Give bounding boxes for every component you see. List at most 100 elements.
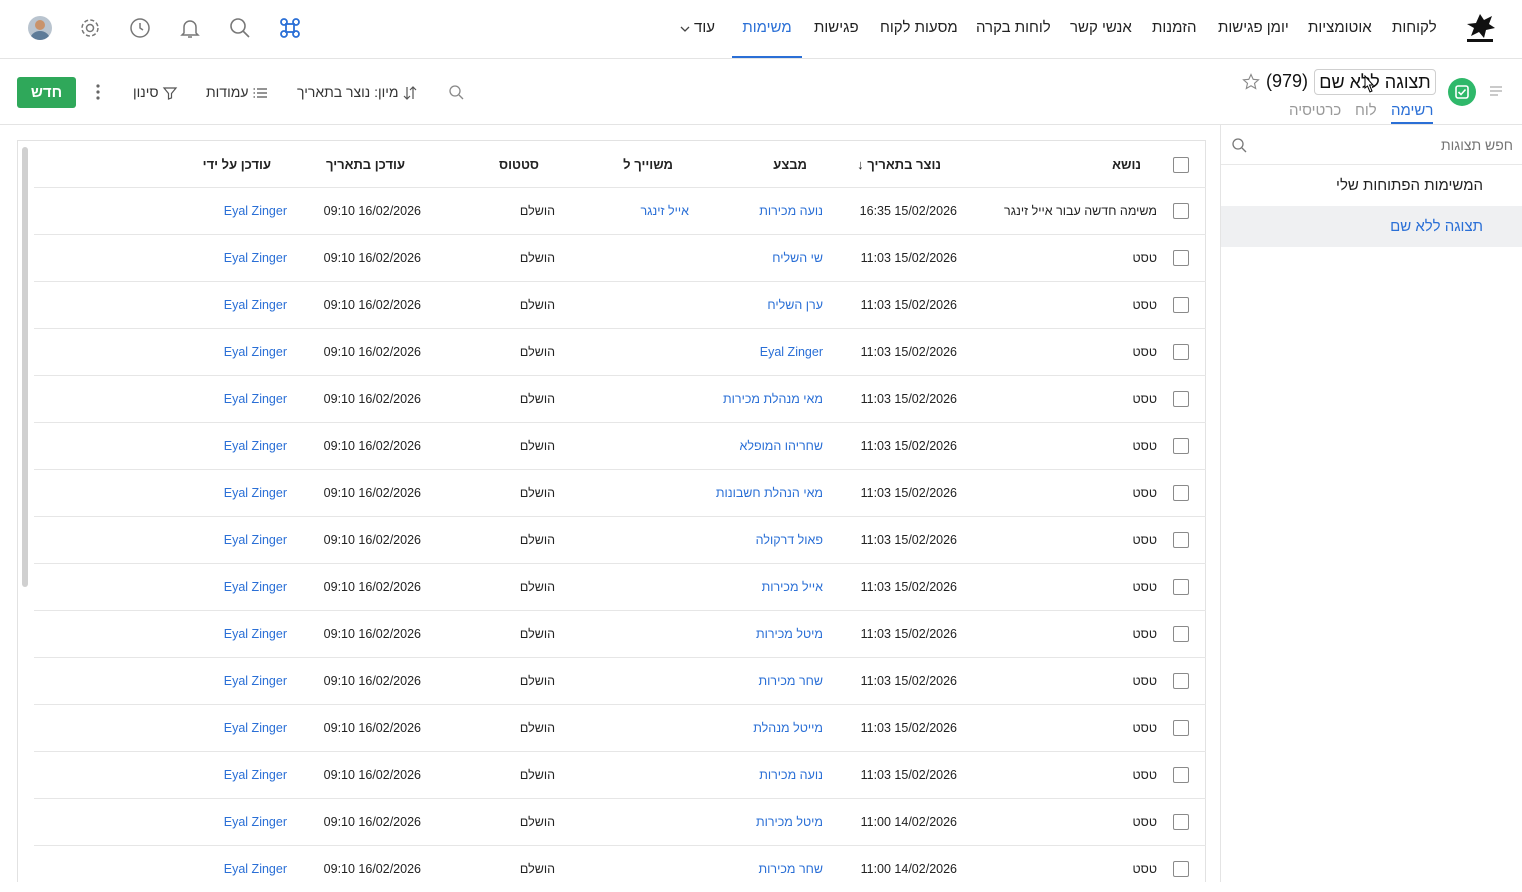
cell-subject[interactable]: טסט — [1132, 439, 1157, 453]
cell-updated-by[interactable]: Eyal Zinger — [224, 674, 287, 688]
user-avatar[interactable] — [28, 16, 52, 40]
table-row[interactable]: טסט 11:03 15/02/2026 מייטל מנהלת הושלם 09:10… — [34, 704, 1206, 751]
cell-updated-by[interactable]: Eyal Zinger — [224, 533, 287, 547]
sort-button[interactable]: מיון: נוצר בתאריך — [297, 81, 418, 103]
search-views-input[interactable] — [1255, 133, 1513, 157]
cell-performer[interactable]: אייל מכירות — [762, 580, 823, 594]
clock-icon[interactable] — [128, 16, 152, 40]
cell-assigned[interactable]: אייל זינגר — [640, 204, 689, 218]
row-checkbox[interactable] — [1173, 438, 1189, 454]
favorite-star-icon[interactable] — [1242, 73, 1260, 91]
new-task-button[interactable]: חדש — [17, 77, 76, 108]
cell-performer[interactable]: שחריהו המופלא — [739, 439, 823, 453]
cell-subject[interactable]: טסט — [1132, 345, 1157, 359]
table-row[interactable]: טסט 11:03 15/02/2026 פאול דרקולה הושלם 09:10… — [34, 516, 1206, 563]
search-icon[interactable] — [228, 16, 252, 40]
cell-performer[interactable]: מאי הנהלת חשבונות — [716, 486, 823, 500]
row-checkbox[interactable] — [1173, 861, 1189, 877]
table-row[interactable]: טסט 11:03 15/02/2026 אייל מכירות הושלם 09:10… — [34, 563, 1206, 610]
column-subject[interactable]: נושא — [1112, 157, 1141, 172]
tab-board[interactable]: לוח — [1355, 102, 1377, 124]
tab-list[interactable]: רשימה — [1391, 102, 1434, 124]
cell-subject[interactable]: טסט — [1132, 674, 1157, 688]
cell-updated-by[interactable]: Eyal Zinger — [224, 862, 287, 876]
row-checkbox[interactable] — [1173, 767, 1189, 783]
cell-subject[interactable]: טסט — [1132, 298, 1157, 312]
cell-updated-by[interactable]: Eyal Zinger — [224, 251, 287, 265]
cell-subject[interactable]: משימה חדשה עבור אייל זינגר — [1004, 204, 1157, 218]
row-checkbox[interactable] — [1173, 814, 1189, 830]
cell-performer[interactable]: ערן השליח — [767, 298, 823, 312]
cell-subject[interactable]: טסט — [1132, 251, 1157, 265]
row-checkbox[interactable] — [1173, 532, 1189, 548]
tab-card[interactable]: כרטיסיה — [1289, 102, 1341, 124]
nav-customers[interactable]: לקוחות — [1392, 0, 1437, 58]
cell-subject[interactable]: טסט — [1132, 862, 1157, 876]
cell-subject[interactable]: טסט — [1132, 486, 1157, 500]
nav-tasks[interactable]: משימות — [732, 0, 802, 58]
column-performer[interactable]: מבצע — [773, 157, 807, 172]
cell-updated-by[interactable]: Eyal Zinger — [224, 768, 287, 782]
cell-updated-by[interactable]: Eyal Zinger — [224, 204, 287, 218]
table-row[interactable]: טסט 11:03 15/02/2026 נועה מכירות הושלם 09:10… — [34, 751, 1206, 798]
cell-subject[interactable]: טסט — [1132, 580, 1157, 594]
cell-performer[interactable]: Eyal Zinger — [760, 345, 823, 359]
cell-updated-by[interactable]: Eyal Zinger — [224, 486, 287, 500]
column-assigned[interactable]: משוייך ל — [623, 157, 673, 172]
cell-performer[interactable]: מייטל מנהלת — [753, 721, 823, 735]
app-logo[interactable] — [1462, 12, 1498, 46]
table-row[interactable]: טסט 11:00 14/02/2026 מיטל מכירות הושלם 09:10… — [34, 798, 1206, 845]
table-row[interactable]: טסט 11:03 15/02/2026 שי השליח הושלם 09:10 16… — [34, 234, 1206, 281]
cell-performer[interactable]: מיטל מכירות — [756, 815, 823, 829]
view-title-input[interactable]: תצוגה ללא שם — [1314, 69, 1436, 95]
row-checkbox[interactable] — [1173, 626, 1189, 642]
table-search-icon[interactable] — [448, 84, 464, 100]
row-checkbox[interactable] — [1173, 579, 1189, 595]
cell-subject[interactable]: טסט — [1132, 627, 1157, 641]
cell-updated-by[interactable]: Eyal Zinger — [224, 580, 287, 594]
row-checkbox[interactable] — [1173, 391, 1189, 407]
more-options-icon[interactable] — [92, 83, 104, 101]
nav-contacts[interactable]: אנשי קשר — [1070, 0, 1132, 58]
search-views-box[interactable] — [1221, 125, 1522, 165]
row-checkbox[interactable] — [1173, 344, 1189, 360]
cell-updated-by[interactable]: Eyal Zinger — [224, 721, 287, 735]
nav-meetings[interactable]: פגישות — [814, 0, 859, 58]
cell-performer[interactable]: מיטל מכירות — [756, 627, 823, 641]
cell-subject[interactable]: טסט — [1132, 768, 1157, 782]
bell-icon[interactable] — [178, 16, 202, 40]
table-row[interactable]: טסט 11:03 15/02/2026 מאי מנהלת מכירות הושלם… — [34, 375, 1206, 422]
nav-automations[interactable]: אוטומציות — [1308, 0, 1372, 58]
select-all-checkbox[interactable] — [1173, 157, 1189, 173]
columns-button[interactable]: עמודות — [206, 81, 268, 103]
cell-performer[interactable]: שחר מכירות — [759, 674, 823, 688]
table-row[interactable]: טסט 11:03 15/02/2026 שחריהו המופלא הושלם 09:… — [34, 422, 1206, 469]
apps-icon[interactable] — [278, 16, 302, 40]
cell-updated-by[interactable]: Eyal Zinger — [224, 627, 287, 641]
cell-updated-by[interactable]: Eyal Zinger — [224, 298, 287, 312]
cell-subject[interactable]: טסט — [1132, 533, 1157, 547]
row-checkbox[interactable] — [1173, 720, 1189, 736]
menu-lines-icon[interactable] — [1488, 84, 1504, 98]
nav-orders[interactable]: הזמנות — [1152, 0, 1196, 58]
nav-dashboards[interactable]: לוחות בקרה — [976, 0, 1051, 58]
cell-performer[interactable]: מאי מנהלת מכירות — [723, 392, 823, 406]
column-updated[interactable]: עודכן בתאריך — [326, 157, 405, 172]
cell-performer[interactable]: נועה מכירות — [759, 204, 823, 218]
column-created[interactable]: נוצר בתאריך ↓ — [857, 157, 941, 172]
gear-icon[interactable] — [78, 16, 102, 40]
cell-subject[interactable]: טסט — [1132, 815, 1157, 829]
cell-updated-by[interactable]: Eyal Zinger — [224, 392, 287, 406]
table-row[interactable]: טסט 11:03 15/02/2026 מאי הנהלת חשבונות הושל… — [34, 469, 1206, 516]
column-updated-by[interactable]: עודכן על ידי — [203, 157, 271, 172]
nav-customer-journeys[interactable]: מסעות לקוח — [880, 0, 958, 58]
view-my-open-tasks[interactable]: המשימות הפתוחות שלי — [1221, 165, 1522, 206]
cell-performer[interactable]: שי השליח — [772, 251, 823, 265]
row-checkbox[interactable] — [1173, 485, 1189, 501]
table-row[interactable]: משימה חדשה עבור אייל זינגר 16:35 15/02/20… — [34, 187, 1206, 234]
table-row[interactable]: טסט 11:03 15/02/2026 Eyal Zinger הושלם 09:10… — [34, 328, 1206, 375]
nav-more[interactable]: עוד — [680, 0, 715, 58]
cell-subject[interactable]: טסט — [1132, 721, 1157, 735]
table-row[interactable]: טסט 11:00 14/02/2026 שחר מכירות הושלם 09:10 … — [34, 845, 1206, 892]
table-row[interactable]: טסט 11:03 15/02/2026 ערן השליח הושלם 09:10 1… — [34, 281, 1206, 328]
